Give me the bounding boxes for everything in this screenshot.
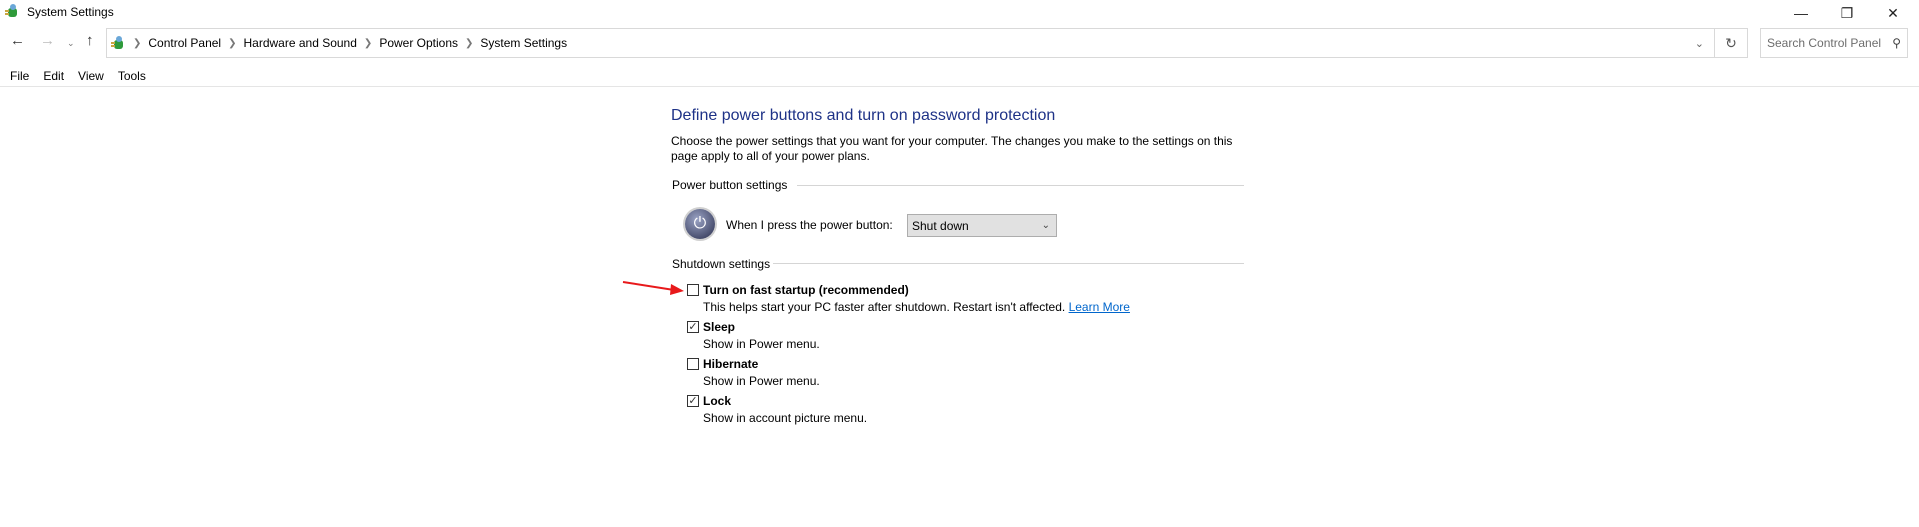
red-arrow-annotation bbox=[622, 281, 684, 295]
control-panel-icon bbox=[4, 3, 20, 19]
breadcrumb-separator-icon: ❯ bbox=[363, 37, 373, 49]
menu-edit[interactable]: Edit bbox=[43, 69, 64, 83]
arrow-shaft bbox=[622, 281, 675, 291]
minimize-icon: — bbox=[1794, 5, 1808, 21]
page-description: Choose the power settings that you want … bbox=[671, 134, 1233, 163]
divider bbox=[797, 185, 1244, 186]
menu-view[interactable]: View bbox=[78, 69, 104, 83]
chevron-down-icon[interactable]: ⌄ bbox=[67, 38, 75, 49]
fast-startup-label: Turn on fast startup (recommended) bbox=[703, 283, 909, 297]
lock-checkbox[interactable]: ✓ bbox=[687, 395, 699, 407]
search-placeholder: Search Control Panel bbox=[1767, 36, 1882, 50]
hibernate-checkbox[interactable] bbox=[687, 358, 699, 370]
breadcrumb-separator-icon: ❯ bbox=[228, 37, 237, 49]
minimize-button[interactable]: — bbox=[1778, 0, 1824, 26]
learn-more-link[interactable]: Learn More bbox=[1069, 300, 1130, 314]
shutdown-settings-heading: Shutdown settings bbox=[672, 257, 771, 271]
window-title: System Settings bbox=[27, 5, 114, 19]
refresh-icon: ↻ bbox=[1725, 34, 1737, 51]
lock-description: Show in account picture menu. bbox=[703, 411, 868, 425]
back-arrow-icon[interactable]: ← bbox=[10, 32, 25, 49]
restore-icon: ❐ bbox=[1840, 4, 1854, 21]
power-icon: ⏻ bbox=[685, 209, 715, 239]
menu-divider bbox=[0, 86, 1919, 87]
lock-label: Lock bbox=[703, 394, 732, 408]
close-button[interactable]: ✕ bbox=[1870, 0, 1916, 26]
address-dropdown-icon[interactable]: ⌄ bbox=[1695, 37, 1704, 50]
address-bar[interactable]: ❯ Control Panel ❯ Hardware and Sound ❯ P… bbox=[106, 28, 1715, 58]
search-input[interactable]: Search Control Panel ⚲ bbox=[1760, 28, 1908, 58]
close-icon: ✕ bbox=[1887, 4, 1899, 21]
fast-startup-checkbox[interactable] bbox=[687, 284, 699, 296]
sleep-label: Sleep bbox=[703, 320, 736, 334]
divider bbox=[773, 263, 1244, 264]
refresh-button[interactable]: ↻ bbox=[1714, 28, 1748, 58]
breadcrumb-control-panel[interactable]: Control Panel bbox=[148, 36, 221, 50]
menu-file[interactable]: File bbox=[10, 69, 29, 83]
power-button-action-value: Shut down bbox=[912, 218, 969, 233]
breadcrumb-separator-icon: ❯ bbox=[133, 37, 142, 49]
hibernate-description: Show in Power menu. bbox=[703, 374, 820, 388]
breadcrumb-separator-icon: ❯ bbox=[465, 37, 474, 49]
arrow-head bbox=[670, 284, 684, 295]
page-title: Define power buttons and turn on passwor… bbox=[671, 107, 1056, 124]
restore-button[interactable]: ❐ bbox=[1824, 0, 1870, 26]
breadcrumb-system-settings[interactable]: System Settings bbox=[480, 36, 567, 50]
search-icon[interactable]: ⚲ bbox=[1892, 36, 1901, 50]
sleep-checkbox[interactable]: ✓ bbox=[687, 321, 699, 333]
breadcrumb-power-options[interactable]: Power Options bbox=[379, 36, 458, 50]
hibernate-label: Hibernate bbox=[703, 357, 759, 371]
power-button-label: When I press the power button: bbox=[726, 218, 893, 232]
menu-tools[interactable]: Tools bbox=[118, 69, 146, 83]
control-panel-icon bbox=[110, 35, 126, 51]
sleep-description: Show in Power menu. bbox=[703, 337, 820, 351]
power-button-action-select[interactable]: Shut down ⌄ bbox=[907, 214, 1057, 237]
up-arrow-icon[interactable]: ↑ bbox=[86, 32, 94, 49]
power-button-settings-heading: Power button settings bbox=[672, 178, 788, 192]
forward-arrow-icon[interactable]: → bbox=[40, 32, 55, 49]
breadcrumb-hardware-and-sound[interactable]: Hardware and Sound bbox=[244, 36, 357, 50]
chevron-down-icon: ⌄ bbox=[1041, 220, 1050, 231]
fast-startup-description: This helps start your PC faster after sh… bbox=[703, 300, 1066, 314]
